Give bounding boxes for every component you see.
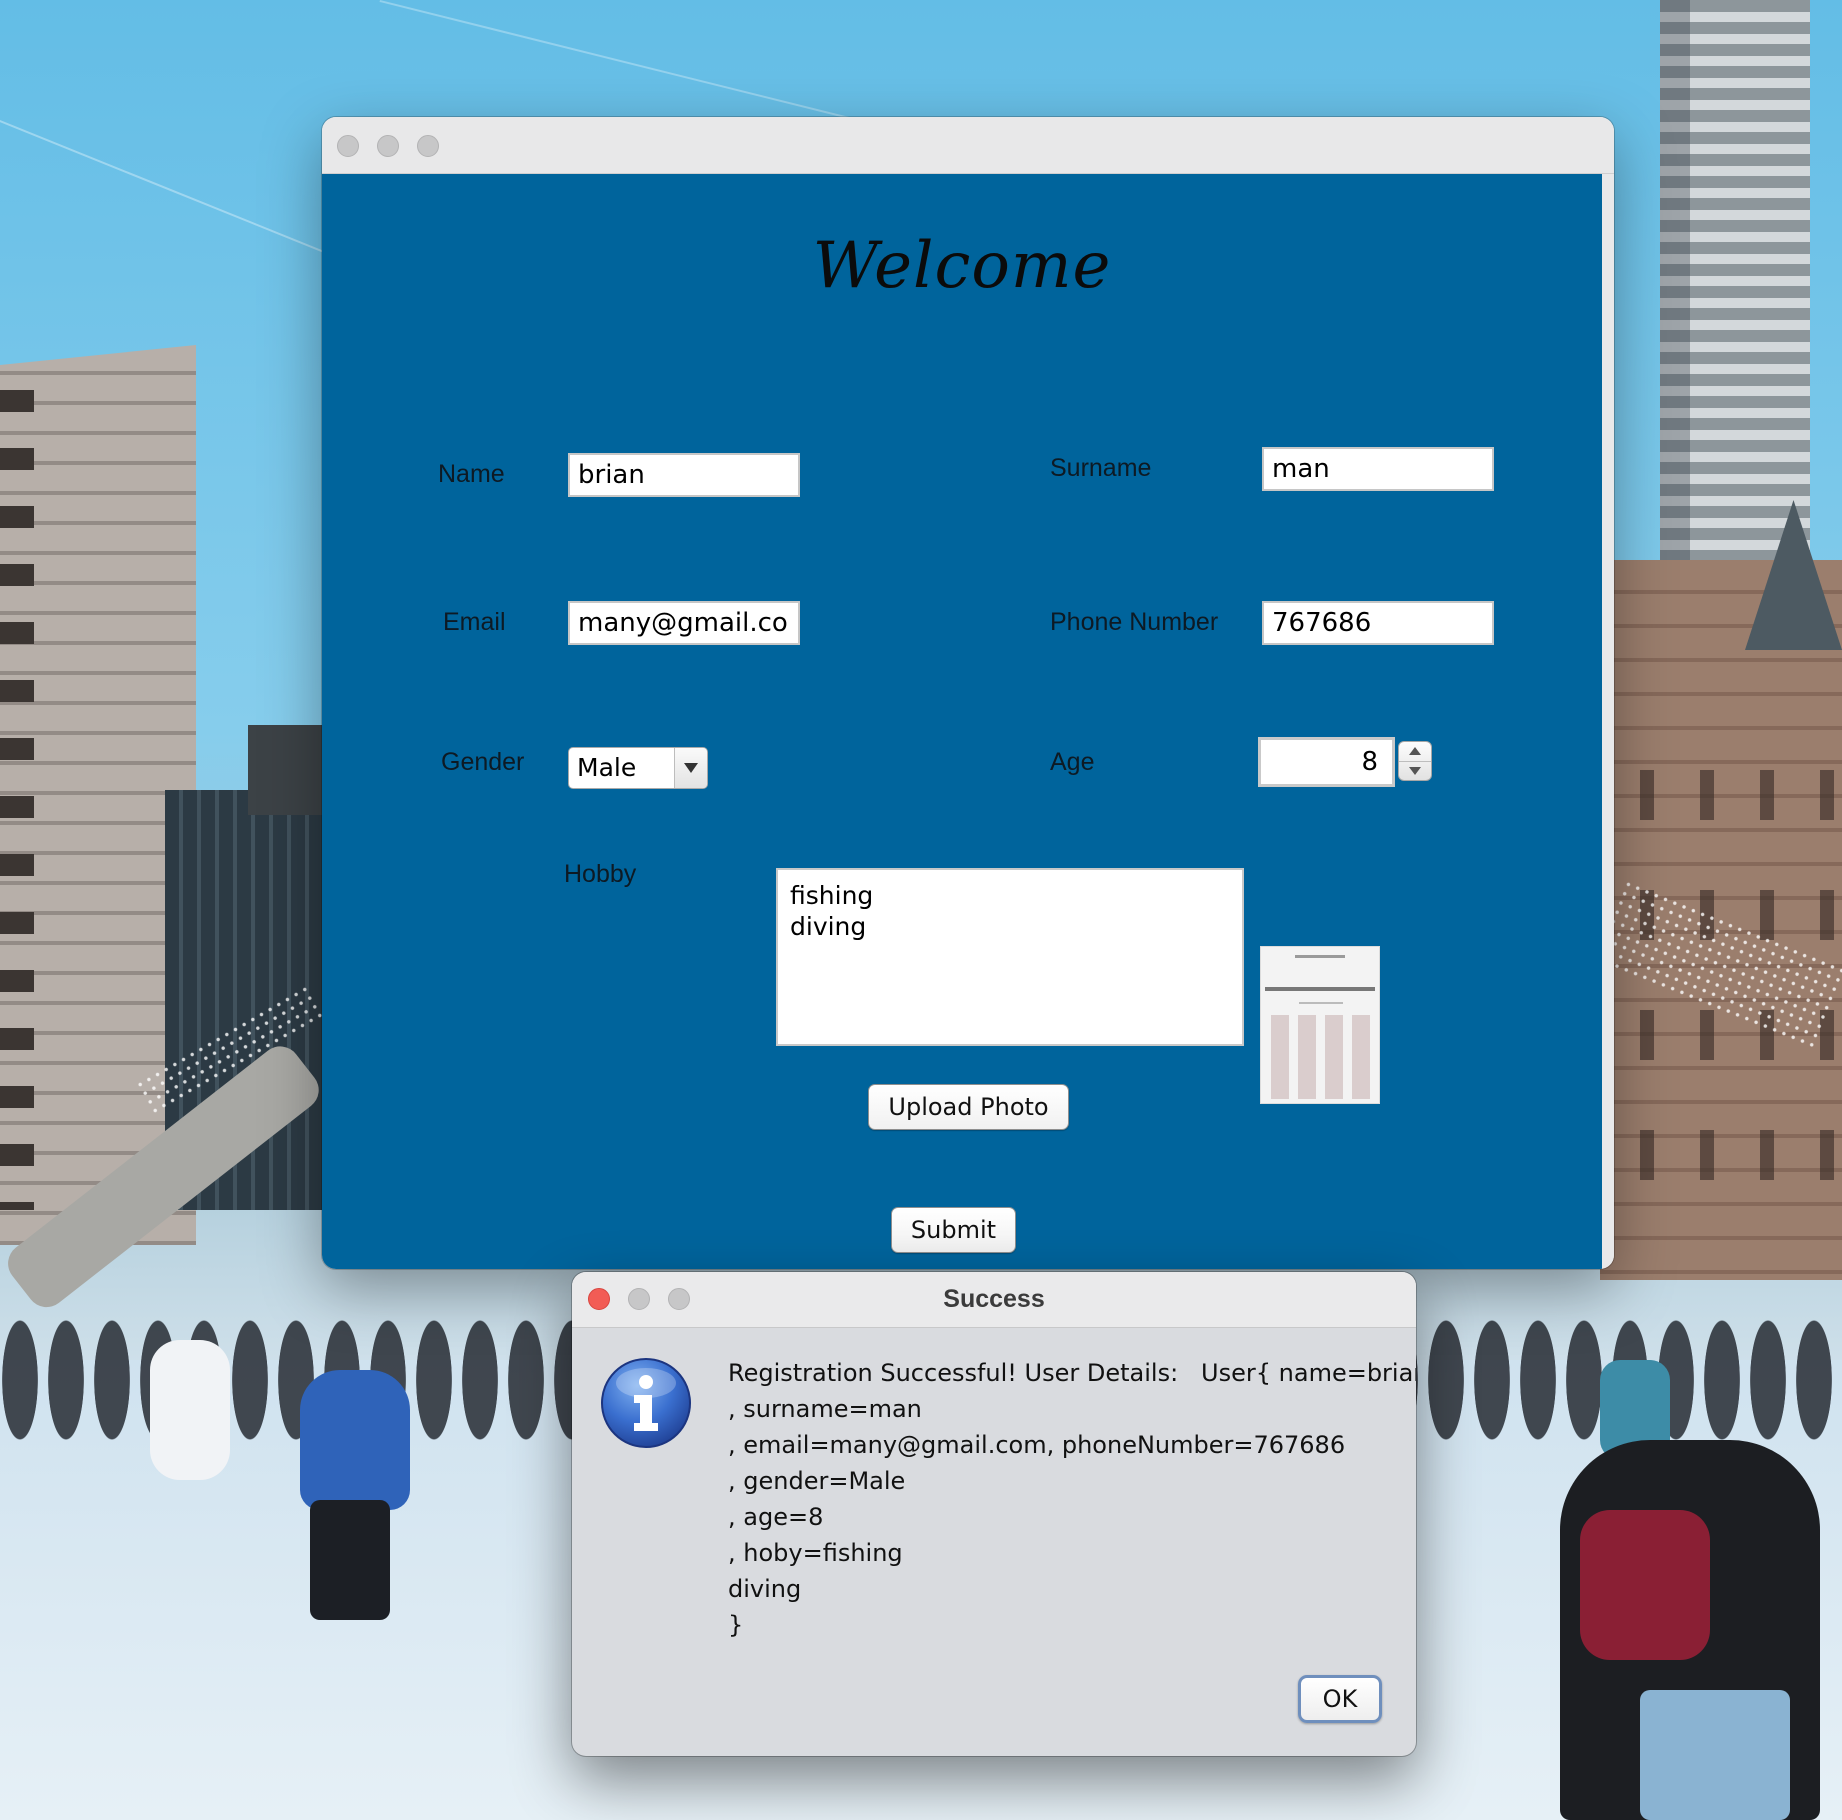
welcome-title: Welcome bbox=[812, 229, 1112, 303]
gender-selected-value: Male bbox=[577, 753, 637, 782]
arrow-down-icon bbox=[1409, 767, 1421, 775]
desktop-background: Welcome Name Surname Email Phone Number … bbox=[0, 0, 1842, 1820]
wallpaper-building-windows bbox=[0, 390, 34, 1210]
thumbnail-heading-line bbox=[1265, 987, 1375, 991]
age-label: Age bbox=[1050, 748, 1095, 776]
surname-label: Surname bbox=[1050, 454, 1152, 482]
email-label: Email bbox=[443, 608, 506, 636]
window-edge bbox=[1602, 174, 1614, 1269]
thumbnail-button-grid bbox=[1269, 1015, 1375, 1099]
age-field[interactable] bbox=[1258, 737, 1395, 787]
wallpaper-skater bbox=[150, 1340, 230, 1480]
wallpaper-backpack bbox=[1580, 1510, 1710, 1660]
dialog-title: Success bbox=[943, 1285, 1045, 1313]
ok-button[interactable]: OK bbox=[1298, 1675, 1382, 1723]
minimize-window-button[interactable] bbox=[377, 135, 399, 157]
surname-field[interactable] bbox=[1262, 447, 1494, 491]
wallpaper-skater-legs bbox=[310, 1500, 390, 1620]
registration-window: Welcome Name Surname Email Phone Number … bbox=[322, 117, 1614, 1269]
chevron-down-icon bbox=[684, 763, 698, 773]
submit-button[interactable]: Submit bbox=[891, 1207, 1016, 1253]
info-icon bbox=[601, 1358, 691, 1448]
arrow-up-icon bbox=[1409, 747, 1421, 755]
name-label: Name bbox=[438, 460, 505, 488]
name-field[interactable] bbox=[568, 453, 800, 497]
email-field[interactable] bbox=[568, 601, 800, 645]
increment-button[interactable] bbox=[1399, 742, 1431, 762]
decrement-button[interactable] bbox=[1399, 762, 1431, 780]
dropdown-arrow-button[interactable] bbox=[674, 748, 707, 788]
hobby-label: Hobby bbox=[564, 860, 637, 888]
thumbnail-text-line bbox=[1299, 1002, 1343, 1004]
wallpaper-tower-shadow bbox=[1660, 0, 1690, 640]
window-titlebar[interactable] bbox=[322, 117, 1614, 174]
age-stepper bbox=[1398, 741, 1432, 781]
age-spinner bbox=[1258, 737, 1432, 787]
wallpaper-building bbox=[248, 725, 328, 815]
photo-thumbnail bbox=[1260, 946, 1380, 1104]
dialog-message: Registration Successful! User Details: U… bbox=[728, 1359, 1416, 1639]
gender-dropdown[interactable]: Male bbox=[568, 747, 708, 789]
thumbnail-text-line bbox=[1295, 955, 1345, 958]
phone-number-field[interactable] bbox=[1262, 601, 1494, 645]
gender-label: Gender bbox=[441, 748, 525, 776]
phone-number-label: Phone Number bbox=[1050, 608, 1219, 636]
hobby-textarea[interactable]: fishing diving bbox=[776, 868, 1244, 1046]
wallpaper-person-jeans bbox=[1640, 1690, 1790, 1820]
upload-photo-button[interactable]: Upload Photo bbox=[868, 1084, 1069, 1130]
registration-form-panel: Welcome Name Surname Email Phone Number … bbox=[322, 174, 1602, 1269]
zoom-window-button[interactable] bbox=[417, 135, 439, 157]
close-window-button[interactable] bbox=[337, 135, 359, 157]
wallpaper-skater bbox=[300, 1370, 410, 1510]
success-dialog: Success Registration Successful! User De… bbox=[572, 1272, 1416, 1756]
dialog-titlebar[interactable]: Success bbox=[572, 1272, 1416, 1328]
